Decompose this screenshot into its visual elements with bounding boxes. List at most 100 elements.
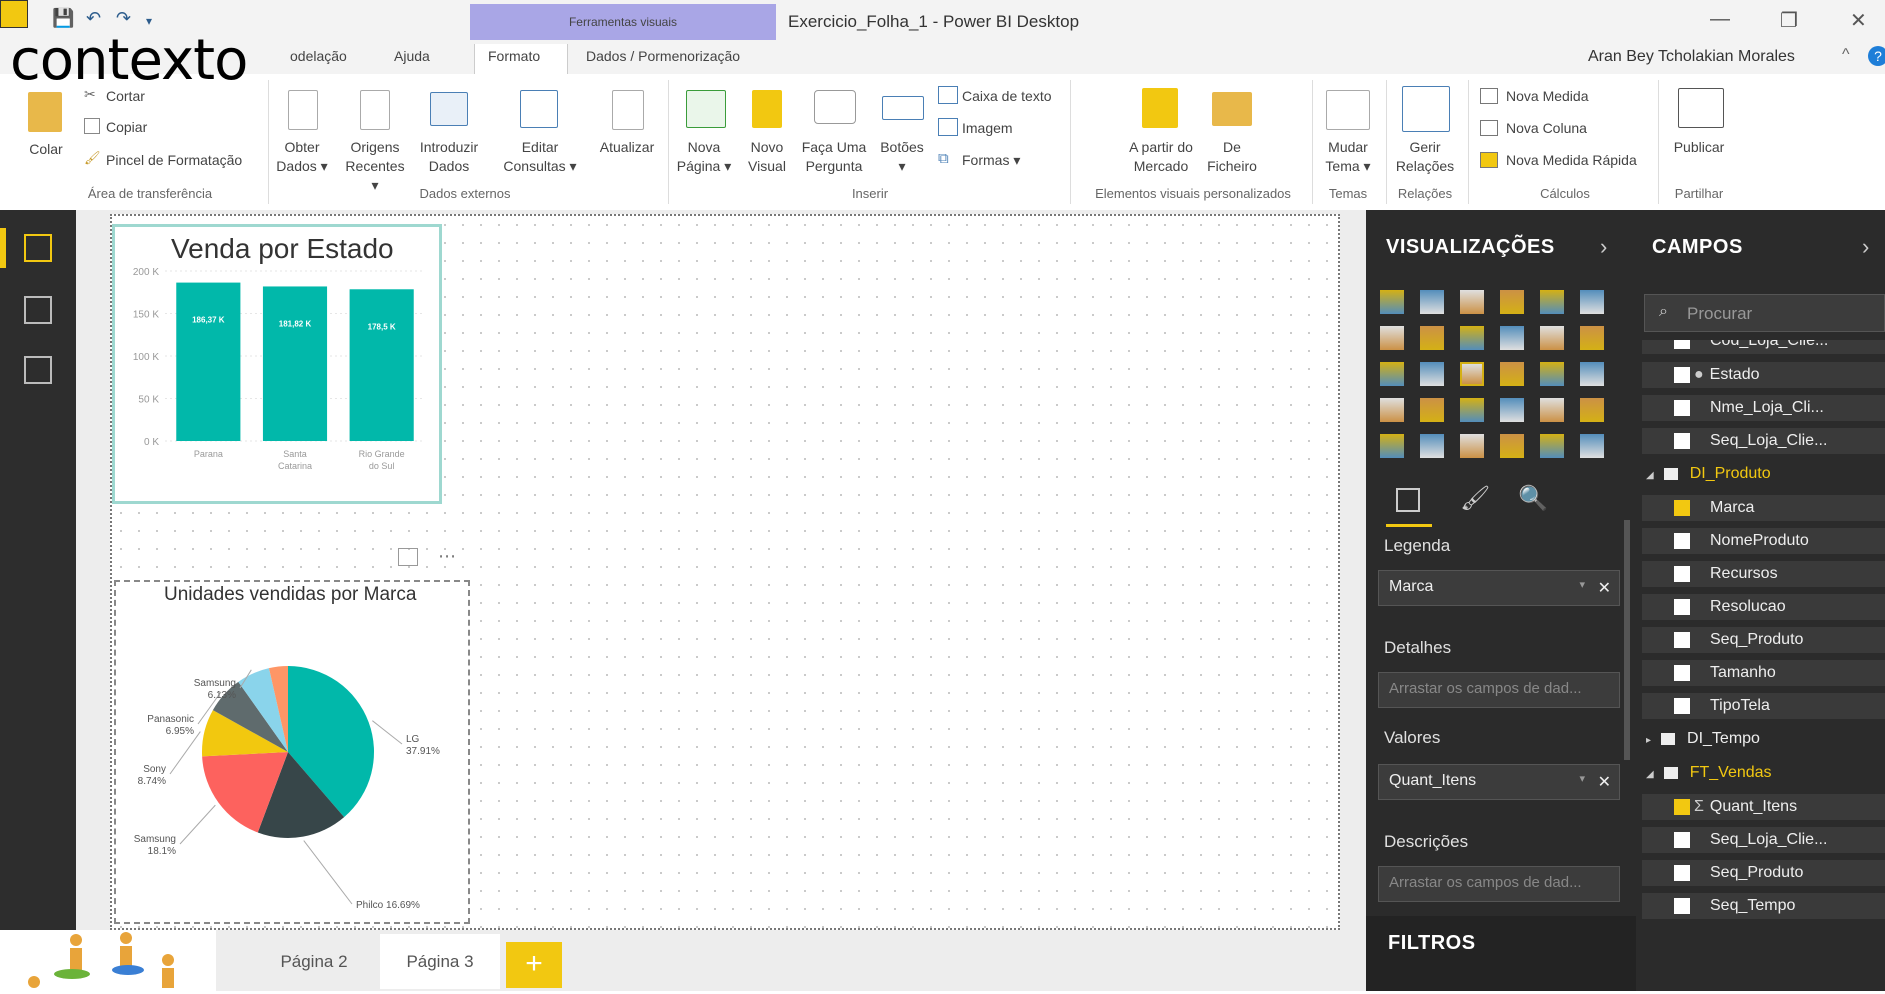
checkbox[interactable] bbox=[1674, 399, 1690, 416]
tooltips-well[interactable]: Arrastar os campos de dad... bbox=[1378, 866, 1620, 902]
edit-queries-button[interactable]: Editar Consultas ▾ bbox=[500, 138, 580, 176]
focus-mode-icon[interactable] bbox=[398, 548, 418, 566]
fields-tab[interactable] bbox=[1386, 482, 1432, 527]
bar[interactable] bbox=[262, 286, 328, 441]
line-visual-icon[interactable] bbox=[1380, 326, 1404, 350]
clustered-column-visual-icon[interactable] bbox=[1500, 290, 1524, 314]
report-view-icon[interactable] bbox=[24, 234, 52, 262]
checkbox[interactable] bbox=[1674, 831, 1690, 848]
copy-button[interactable]: Copiar bbox=[106, 119, 147, 135]
stacked-area-visual-icon[interactable] bbox=[1460, 326, 1484, 350]
format-paint-roller-icon[interactable]: 🖌 bbox=[1460, 484, 1490, 513]
publish-button[interactable]: Publicar bbox=[1664, 138, 1734, 157]
line-column-visual-icon[interactable] bbox=[1500, 326, 1524, 350]
field-item[interactable]: Seq_Produto bbox=[1642, 860, 1885, 888]
checkbox[interactable] bbox=[1674, 664, 1690, 681]
checkbox[interactable] bbox=[1674, 897, 1690, 914]
checkbox[interactable] bbox=[1674, 864, 1690, 881]
search-input[interactable]: Procurar bbox=[1687, 304, 1752, 324]
new-page-button[interactable]: Nova Página ▾ bbox=[674, 138, 734, 176]
page-tab-3[interactable]: Página 3 bbox=[380, 934, 500, 989]
checkbox[interactable] bbox=[1674, 631, 1690, 648]
bar[interactable] bbox=[349, 289, 414, 441]
chevron-down-icon[interactable]: ▾ bbox=[1579, 578, 1585, 591]
manage-relations-button[interactable]: Gerir Relações bbox=[1392, 138, 1458, 176]
pie-chart-visual[interactable]: Unidades vendidas por Marca LG 37.91% Phil… bbox=[114, 580, 470, 924]
table-visual-icon[interactable] bbox=[1420, 434, 1444, 458]
multi-row-card-visual-icon[interactable] bbox=[1540, 398, 1564, 422]
field-item[interactable]: Recursos bbox=[1642, 561, 1885, 589]
page-tab-2[interactable]: Página 2 bbox=[254, 934, 374, 989]
paste-button[interactable]: Colar bbox=[20, 140, 72, 159]
checkbox[interactable] bbox=[1674, 432, 1690, 449]
collapse-ribbon-icon[interactable]: ^ bbox=[1842, 46, 1850, 64]
field-item[interactable]: ● Estado bbox=[1642, 362, 1885, 390]
quick-measure-button[interactable]: Nova Medida Rápida bbox=[1506, 152, 1637, 168]
user-name[interactable]: Aran Bey Tcholakian Morales bbox=[1588, 48, 1795, 66]
format-painter-button[interactable]: Pincel de Formatação bbox=[106, 152, 242, 168]
image-button[interactable]: Imagem bbox=[962, 120, 1013, 136]
tab-ajuda[interactable]: Ajuda bbox=[394, 48, 430, 64]
bar[interactable] bbox=[176, 282, 241, 441]
vis-pane-scrollbar[interactable] bbox=[1624, 520, 1630, 760]
values-well[interactable]: Quant_Itens ▾ ✕ bbox=[1378, 764, 1620, 800]
field-item[interactable]: Tamanho bbox=[1642, 660, 1885, 688]
scatter-visual-icon[interactable] bbox=[1420, 362, 1444, 386]
field-table[interactable]: ◢ DI_Produto bbox=[1642, 461, 1885, 493]
field-item[interactable]: Nme_Loja_Cli... bbox=[1642, 395, 1885, 423]
map-visual-icon[interactable] bbox=[1580, 362, 1604, 386]
donut-visual-icon[interactable] bbox=[1500, 362, 1524, 386]
checkbox[interactable] bbox=[1674, 565, 1690, 582]
expand-right-icon[interactable]: ▸ bbox=[1646, 735, 1651, 746]
line-clustered-visual-icon[interactable] bbox=[1540, 326, 1564, 350]
bar-chart-visual[interactable]: Venda por Estado 200 K 150 K 100 K 50 K0 K1… bbox=[112, 224, 442, 504]
100-bar-visual-icon[interactable] bbox=[1540, 290, 1564, 314]
filled-map-visual-icon[interactable] bbox=[1380, 398, 1404, 422]
more-visual-icon[interactable] bbox=[1580, 434, 1604, 458]
add-page-button[interactable]: + bbox=[506, 942, 562, 988]
pie-visual-icon[interactable] bbox=[1460, 362, 1484, 386]
fields-search[interactable]: ⌕ Procurar bbox=[1644, 294, 1885, 332]
tab-dados-pormenorizacao[interactable]: Dados / Pormenorização bbox=[586, 48, 740, 64]
funnel-visual-icon[interactable] bbox=[1420, 398, 1444, 422]
checkbox[interactable] bbox=[1674, 366, 1690, 383]
quick-access-dropdown-icon[interactable]: ▾ bbox=[146, 14, 152, 28]
clustered-bar-visual-icon[interactable] bbox=[1460, 290, 1484, 314]
field-item[interactable]: TipoTela bbox=[1642, 693, 1885, 721]
slicer-visual-icon[interactable] bbox=[1380, 434, 1404, 458]
new-column-button[interactable]: Nova Coluna bbox=[1506, 120, 1587, 136]
analytics-magnifier-icon[interactable]: 🔍 bbox=[1518, 484, 1548, 513]
help-icon[interactable]: ? bbox=[1868, 46, 1885, 66]
field-item[interactable]: Seq_Produto bbox=[1642, 627, 1885, 655]
redo-icon[interactable]: ↷ bbox=[116, 8, 131, 29]
r-script-visual-icon[interactable] bbox=[1500, 434, 1524, 458]
field-item[interactable]: Σ Quant_Itens bbox=[1642, 794, 1885, 822]
checkbox[interactable] bbox=[1674, 598, 1690, 615]
checkbox[interactable] bbox=[1674, 697, 1690, 714]
field-table[interactable]: ◢ FT_Vendas bbox=[1642, 760, 1885, 792]
field-table[interactable]: ▸ DI_Tempo bbox=[1642, 726, 1885, 758]
save-icon[interactable]: 💾 bbox=[52, 8, 74, 29]
new-visual-button[interactable]: Novo Visual bbox=[742, 138, 792, 176]
stacked-bar-visual-icon[interactable] bbox=[1380, 290, 1404, 314]
checkbox[interactable] bbox=[1674, 340, 1690, 349]
filters-title[interactable]: FILTROS bbox=[1388, 932, 1476, 955]
textbox-button[interactable]: Caixa de texto bbox=[962, 88, 1052, 104]
stacked-column-visual-icon[interactable] bbox=[1420, 290, 1444, 314]
expand-down-icon[interactable]: ◢ bbox=[1646, 769, 1654, 780]
chevron-down-icon[interactable]: ▾ bbox=[1579, 772, 1585, 785]
collapse-fields-icon[interactable]: › bbox=[1862, 234, 1869, 260]
more-options-icon[interactable]: ⋯ bbox=[438, 546, 456, 567]
treemap-visual-icon[interactable] bbox=[1540, 362, 1564, 386]
from-marketplace-button[interactable]: A partir do Mercado bbox=[1116, 138, 1206, 176]
details-well[interactable]: Arrastar os campos de dad... bbox=[1378, 672, 1620, 708]
shapes-button[interactable]: Formas ▾ bbox=[962, 152, 1020, 169]
field-item[interactable]: Seq_Tempo bbox=[1642, 893, 1885, 921]
relationships-view-icon[interactable] bbox=[24, 356, 52, 384]
get-data-button[interactable]: Obter Dados ▾ bbox=[276, 138, 328, 176]
field-item[interactable]: Seq_Loja_Clie... bbox=[1642, 827, 1885, 855]
field-item[interactable]: NomeProduto bbox=[1642, 528, 1885, 556]
switch-theme-button[interactable]: Mudar Tema ▾ bbox=[1318, 138, 1378, 176]
undo-icon[interactable]: ↶ bbox=[86, 8, 101, 29]
remove-field-icon[interactable]: ✕ bbox=[1598, 578, 1611, 598]
